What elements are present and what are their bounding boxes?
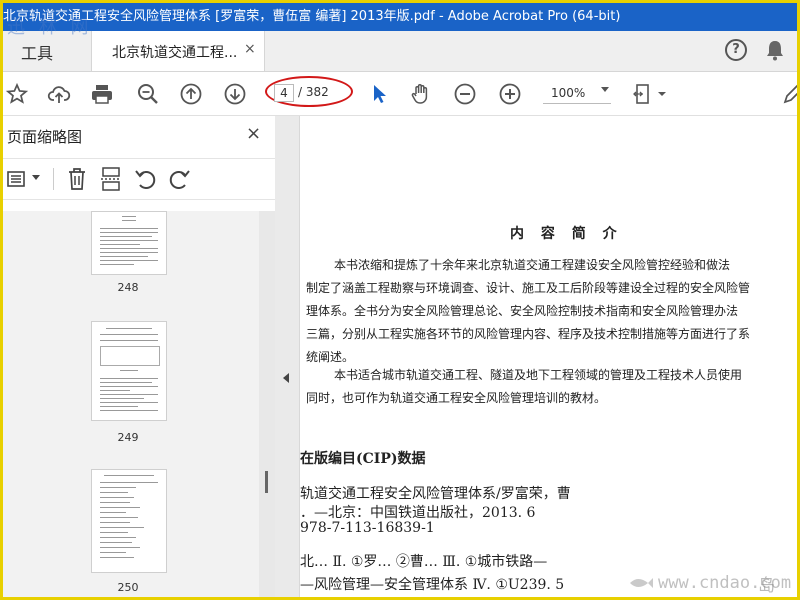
insert-page-icon[interactable] — [100, 167, 122, 191]
page-thumbnail[interactable] — [91, 321, 167, 421]
thumbnail-page-label: 250 — [117, 581, 139, 594]
paragraph-line: 统阐述。 — [306, 350, 355, 364]
paragraph-line: 同时，也可作为轨道交通工程安全风险管理培训的教材。 — [306, 391, 607, 405]
paragraph-line: 理体系。全书分为安全风险管理总论、安全风险控制技术指南和安全风险管理办法 — [306, 304, 739, 318]
watermark-fish-icon — [630, 578, 653, 588]
trash-icon[interactable] — [66, 167, 88, 191]
zoom-search-icon[interactable] — [136, 82, 160, 106]
fit-dropdown-icon[interactable] — [655, 82, 679, 106]
notification-bell-icon[interactable] — [765, 39, 785, 61]
chevron-down-icon — [601, 87, 609, 92]
zoom-in-icon[interactable] — [498, 82, 522, 106]
tab-bar: 工具 北京轨道交通工程... × — [3, 31, 797, 72]
page-thumbnail[interactable] — [91, 211, 167, 275]
paragraph-line: 三篇，分别从工程实施各环节的风险管理内容、程序及技术控制措施等方面进行了系 — [306, 327, 751, 341]
next-page-icon[interactable] — [223, 82, 247, 106]
print-icon[interactable] — [90, 82, 114, 106]
previous-page-icon[interactable] — [179, 82, 203, 106]
cip-line: 978-7-113-16839-1 — [300, 520, 435, 536]
window-title: 北京轨道交通工程安全风险管理体系 [罗富荣，曹伍富 编著] 2013年版.pdf… — [3, 9, 621, 24]
zoom-out-icon[interactable] — [453, 82, 477, 106]
thumbnail-scrollbar[interactable] — [259, 211, 275, 597]
select-cursor-icon[interactable] — [368, 82, 392, 106]
page-thumbnail[interactable] — [91, 469, 167, 573]
watermark-logo: 岛 网 — [758, 576, 775, 596]
thumbnail-options-icon[interactable] — [7, 169, 29, 189]
thumbnail-panel-title: 页面缩略图 — [7, 128, 83, 146]
cip-title: 在版编目(CIP)数据 — [300, 451, 426, 467]
zoom-select[interactable]: 100% — [543, 83, 611, 104]
toolbar-divider — [53, 168, 54, 190]
paragraph-line: 本书浓缩和提炼了十余年来北京轨道交通工程建设安全风险管控经验和做法 — [334, 258, 731, 272]
acrobat-window: 北京轨道交通工程安全风险管理体系 [罗富荣，曹伍富 编著] 2013年版.pdf… — [0, 0, 800, 600]
pen-tool-icon[interactable] — [781, 82, 800, 106]
close-tab-icon[interactable]: × — [244, 41, 256, 57]
main-toolbar — [3, 72, 800, 116]
watermark-top-left: 迅 林 网 — [7, 17, 93, 38]
chevron-down-icon[interactable] — [31, 174, 41, 182]
total-pages-label: / 382 — [298, 85, 329, 99]
page-navigator: 4 / 382 — [268, 81, 348, 103]
paragraph-line: 本书适合城市轨道交通工程、隧道及地下工程领域的管理及工程技术人员使用 — [334, 368, 743, 382]
cip-line: ．—北京：中国铁道出版社，2013. 6 — [300, 505, 536, 521]
thumbnail-list: 248 249 250 — [3, 211, 259, 597]
collapse-panel-handle[interactable] — [275, 116, 300, 597]
window-title-bar: 北京轨道交通工程安全风险管理体系 [罗富荣，曹伍富 编著] 2013年版.pdf… — [3, 3, 797, 31]
collapse-arrow-icon — [283, 373, 289, 383]
tab-tools[interactable]: 工具 — [21, 40, 53, 64]
rotate-counterclockwise-icon[interactable] — [134, 167, 158, 191]
bookmark-star-icon[interactable] — [5, 82, 29, 106]
current-page-input[interactable]: 4 — [274, 84, 294, 102]
cip-line: 北… Ⅱ. ①罗… ②曹… Ⅲ. ①城市铁路— — [300, 554, 548, 570]
fit-page-icon[interactable] — [633, 82, 657, 106]
tab-document-label: 北京轨道交通工程... — [112, 45, 238, 61]
thumbnail-page-label: 249 — [117, 431, 139, 444]
hand-tool-icon[interactable] — [409, 82, 433, 106]
close-panel-icon[interactable]: × — [246, 123, 261, 144]
cloud-upload-icon[interactable] — [47, 82, 71, 106]
document-page: 内 容 简 介 本书浓缩和提炼了十余年来北京轨道交通工程建设安全风险管控经验和做… — [300, 116, 797, 597]
scrollbar-thumb[interactable] — [265, 471, 268, 493]
zoom-value: 100% — [551, 86, 586, 100]
page-heading: 内 容 简 介 — [510, 226, 623, 242]
cip-line: 轨道交通工程安全风险管理体系/罗富荣，曹 — [300, 486, 571, 502]
tab-document[interactable]: 北京轨道交通工程... × — [91, 31, 265, 71]
help-icon[interactable]: ? — [725, 39, 747, 61]
thumbnail-panel: 页面缩略图 × 248 249 250 — [3, 116, 276, 597]
rotate-clockwise-icon[interactable] — [167, 167, 191, 191]
cip-line: —风险管理—安全管理体系 Ⅳ. ①U239. 5 — [300, 577, 565, 593]
paragraph-line: 制定了涵盖工程勘察与环境调查、设计、施工及工后阶段等建设全过程的安全风险管 — [306, 281, 751, 295]
thumbnail-toolbar — [3, 158, 275, 200]
thumbnail-page-label: 248 — [117, 281, 139, 294]
